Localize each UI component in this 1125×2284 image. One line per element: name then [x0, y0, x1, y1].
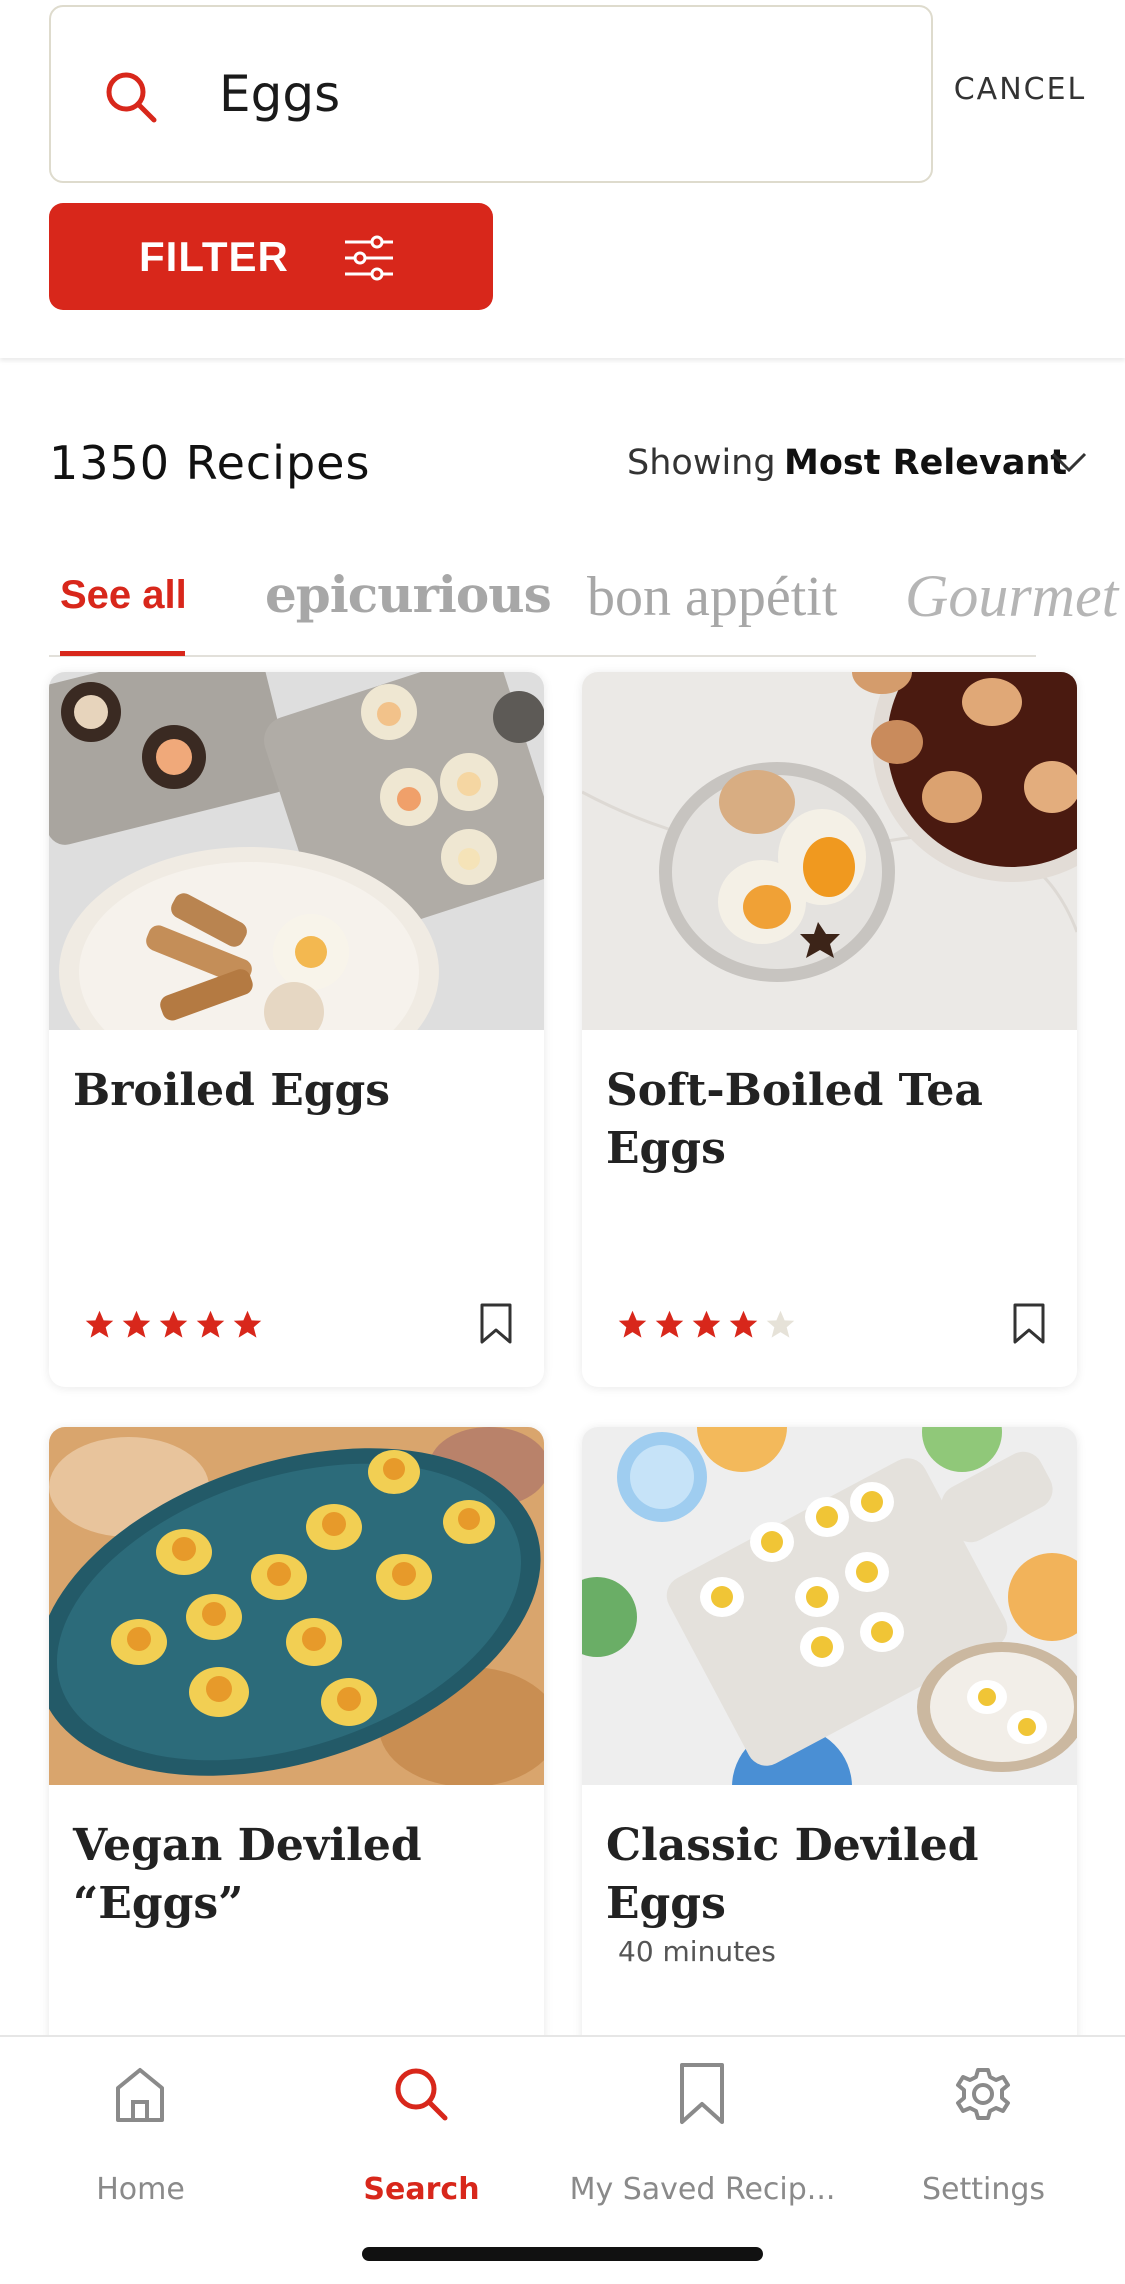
- nav-search[interactable]: Search: [281, 2062, 562, 2212]
- chevron-down-icon[interactable]: [1050, 450, 1088, 476]
- search-icon: [395, 2068, 448, 2121]
- star-filled-icon: [122, 1310, 151, 1338]
- sliders-icon: [345, 235, 393, 281]
- sort-prefix: Showing: [627, 443, 776, 483]
- star-empty-icon: [766, 1310, 795, 1338]
- search-header: Eggs CANCEL FILTER: [0, 0, 1125, 358]
- nav-label: My Saved Recip...: [569, 2172, 836, 2207]
- tab-gourmet[interactable]: Gourmet: [905, 562, 1118, 631]
- filter-button[interactable]: FILTER: [49, 203, 493, 310]
- bookmark-icon: [680, 2063, 724, 2124]
- search-query[interactable]: Eggs: [219, 65, 340, 123]
- recipe-title: Vegan Deviled “Eggs”: [73, 1820, 422, 1929]
- recipe-title: Broiled Eggs: [73, 1065, 391, 1116]
- star-filled-icon: [85, 1310, 114, 1338]
- cancel-button[interactable]: CANCEL: [940, 72, 1100, 107]
- filter-label: FILTER: [139, 233, 289, 280]
- star-filled-icon: [655, 1310, 684, 1338]
- nav-label: Settings: [921, 2172, 1046, 2207]
- recipe-card[interactable]: Broiled Eggs: [49, 672, 544, 1387]
- nav-saved-recipes[interactable]: My Saved Recip...: [562, 2062, 843, 2212]
- star-filled-icon: [196, 1310, 225, 1338]
- bookmark-icon[interactable]: [479, 1302, 513, 1346]
- tab-bon-appetit[interactable]: bon appétit: [587, 565, 837, 629]
- star-rating: [616, 1308, 797, 1341]
- gear-icon: [956, 2068, 1010, 2120]
- tabs-divider: [49, 655, 1036, 657]
- recipe-image: [582, 1427, 1077, 1785]
- recipe-image: [582, 672, 1077, 1030]
- nav-label: Search: [363, 2172, 480, 2207]
- star-filled-icon: [729, 1310, 758, 1338]
- recipe-title: Soft-Boiled Tea Eggs: [606, 1065, 983, 1174]
- recipe-title: Classic Deviled Eggs: [606, 1820, 979, 1929]
- search-input[interactable]: Eggs: [49, 5, 933, 183]
- star-rating: [83, 1308, 264, 1341]
- star-filled-icon: [159, 1310, 188, 1338]
- home-icon: [116, 2068, 164, 2122]
- results-count: 1350 Recipes: [49, 436, 371, 490]
- recipe-duration: 40 minutes: [618, 1935, 776, 1968]
- tab-selected-indicator: [60, 651, 185, 656]
- bookmark-icon[interactable]: [1012, 1302, 1046, 1346]
- recipe-card[interactable]: Soft-Boiled Tea Eggs: [582, 672, 1077, 1387]
- recipe-image: [49, 1427, 544, 1785]
- recipe-image: [49, 672, 544, 1030]
- star-filled-icon: [618, 1310, 647, 1338]
- sort-dropdown[interactable]: Most Relevant: [784, 443, 1067, 483]
- nav-label: Home: [96, 2172, 185, 2207]
- star-filled-icon: [692, 1310, 721, 1338]
- star-filled-icon: [233, 1310, 262, 1338]
- tab-see-all[interactable]: See all: [60, 573, 187, 618]
- tab-epicurious[interactable]: epicurious: [265, 565, 552, 624]
- search-icon: [106, 72, 157, 123]
- home-indicator[interactable]: [362, 2247, 763, 2261]
- nav-settings[interactable]: Settings: [843, 2062, 1124, 2212]
- nav-home[interactable]: Home: [0, 2062, 281, 2212]
